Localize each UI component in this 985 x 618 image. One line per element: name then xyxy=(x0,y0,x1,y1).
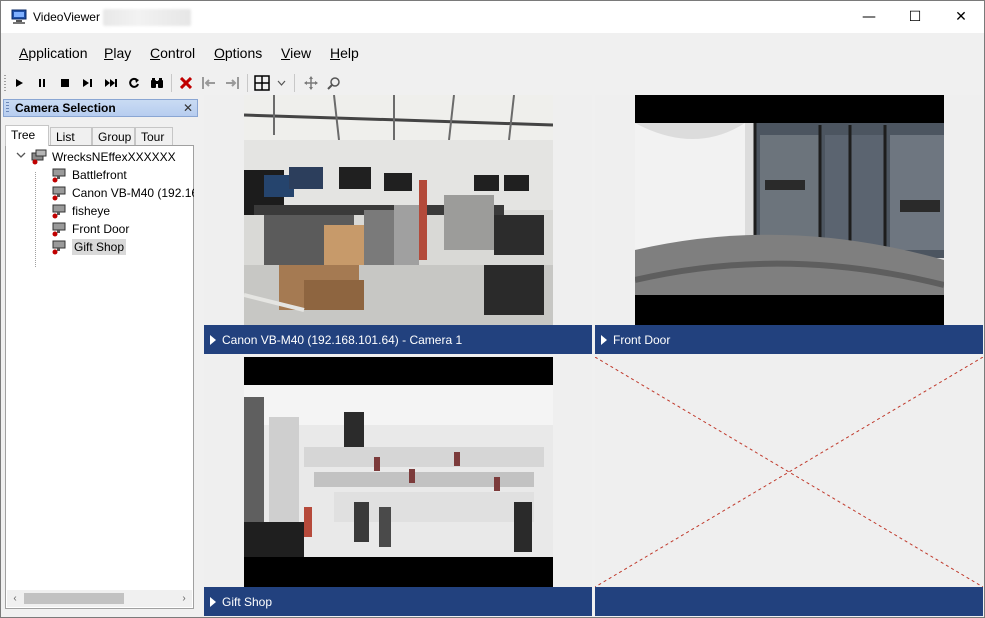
video-caption-text: Front Door xyxy=(613,332,671,347)
menu-options[interactable]: Options xyxy=(214,45,262,61)
camera-tree[interactable]: WrecksNEffexXXXXXX Battlefront Canon VB-… xyxy=(5,145,194,609)
minimize-button[interactable]: — xyxy=(846,1,892,33)
tree-item-canon-vb-m40[interactable]: Canon VB-M40 (192.168.101.64) xyxy=(50,184,194,202)
tree-item-label: Front Door xyxy=(72,222,130,236)
maximize-button[interactable]: ☐ xyxy=(892,1,938,33)
camera-icon xyxy=(52,168,66,183)
empty-slot-cross xyxy=(595,357,983,587)
video-caption-bar[interactable]: Canon VB-M40 (192.168.101.64) - Camera 1 xyxy=(204,325,592,354)
tree-root-node[interactable]: WrecksNEffexXXXXXX xyxy=(30,148,176,166)
menu-view[interactable]: View xyxy=(281,45,311,61)
camera-group-icon xyxy=(31,149,47,165)
menu-play[interactable]: Play xyxy=(104,45,131,61)
tree-root-label: WrecksNEffexXXXXXX xyxy=(52,150,176,164)
scrollbar-thumb[interactable] xyxy=(24,593,124,604)
zoom-icon[interactable] xyxy=(324,73,344,93)
menu-control[interactable]: Control xyxy=(150,45,195,61)
video-caption-bar[interactable]: Gift Shop xyxy=(204,587,592,616)
panel-header[interactable]: Camera Selection ✕ xyxy=(3,99,198,117)
tree-item-front-door[interactable]: Front Door xyxy=(50,220,129,238)
window-title: VideoViewer xyxy=(33,10,100,24)
toolbar xyxy=(1,71,984,95)
video-caption-text: Gift Shop xyxy=(222,594,273,609)
video-feed-front-door[interactable] xyxy=(635,95,944,325)
video-frame xyxy=(244,357,553,587)
tree-item-battlefront[interactable]: Battlefront xyxy=(50,166,127,184)
redacted-title-text xyxy=(103,9,191,26)
caption-play-icon[interactable] xyxy=(601,334,607,345)
panel-title: Camera Selection xyxy=(15,101,116,115)
empty-video-tile[interactable] xyxy=(595,357,983,616)
pause-icon[interactable] xyxy=(32,73,52,93)
camera-selection-panel: Camera Selection ✕ Tree List Group Tour … xyxy=(1,97,200,617)
chevron-down-icon[interactable] xyxy=(16,150,26,160)
panel-tabs: Tree List Group Tour xyxy=(5,125,195,146)
tree-item-gift-shop[interactable]: Gift Shop xyxy=(50,238,127,256)
menu-help[interactable]: Help xyxy=(330,45,359,61)
menu-bar: Application Play Control Options View He… xyxy=(1,41,984,63)
toolbar-separator xyxy=(171,74,172,92)
grid-layout-icon[interactable] xyxy=(252,73,272,93)
video-tile[interactable]: Gift Shop xyxy=(204,357,592,616)
tab-list[interactable]: List xyxy=(50,127,92,145)
play-icon[interactable] xyxy=(9,73,29,93)
tab-tour[interactable]: Tour xyxy=(135,127,173,145)
video-grid: Canon VB-M40 (192.168.101.64) - Camera 1 xyxy=(204,95,984,617)
tree-item-fisheye[interactable]: fisheye xyxy=(50,202,110,220)
tree-item-label: Battlefront xyxy=(72,168,127,182)
stop-icon[interactable] xyxy=(55,73,75,93)
align-right-icon[interactable] xyxy=(222,73,242,93)
caption-play-icon[interactable] xyxy=(210,596,216,607)
skip-forward-icon[interactable] xyxy=(101,73,121,93)
toolbar-separator xyxy=(247,74,248,92)
camera-icon xyxy=(52,240,66,255)
horizontal-scrollbar[interactable]: ‹ › xyxy=(7,590,192,607)
video-feed-gift-shop[interactable] xyxy=(244,357,553,587)
tree-item-label: fisheye xyxy=(72,204,111,218)
app-window: VideoViewer — ☐ ✕ Application Play Contr… xyxy=(0,0,985,618)
camera-icon xyxy=(52,222,66,237)
align-left-icon[interactable] xyxy=(199,73,219,93)
loop-icon[interactable] xyxy=(124,73,144,93)
panel-grip[interactable] xyxy=(6,102,9,114)
dropdown-icon[interactable] xyxy=(274,73,288,93)
tree-connector-lines xyxy=(35,172,36,268)
video-caption-bar[interactable]: Front Door xyxy=(595,325,983,354)
toolbar-separator xyxy=(294,74,295,92)
close-button[interactable]: ✕ xyxy=(938,1,984,33)
video-tile[interactable]: Canon VB-M40 (192.168.101.64) - Camera 1 xyxy=(204,95,592,354)
video-frame xyxy=(244,95,553,325)
video-feed-lab[interactable] xyxy=(244,95,553,325)
binoculars-icon[interactable] xyxy=(147,73,167,93)
scroll-left-icon[interactable]: ‹ xyxy=(9,592,21,605)
video-caption-bar[interactable] xyxy=(595,587,983,616)
video-frame xyxy=(635,95,944,325)
camera-icon xyxy=(52,204,66,219)
video-tile[interactable]: Front Door xyxy=(595,95,983,354)
camera-icon xyxy=(52,186,66,201)
video-caption-text: Canon VB-M40 (192.168.101.64) - Camera 1 xyxy=(222,332,463,347)
ptz-icon[interactable] xyxy=(301,73,321,93)
scroll-right-icon[interactable]: › xyxy=(178,592,190,605)
tab-group[interactable]: Group xyxy=(92,127,135,145)
panel-close-button[interactable]: ✕ xyxy=(181,101,195,115)
toolbar-grip[interactable] xyxy=(4,75,6,91)
tree-item-label: Gift Shop xyxy=(72,239,127,255)
caption-play-icon[interactable] xyxy=(210,334,216,345)
menu-application[interactable]: Application xyxy=(19,45,88,61)
app-icon xyxy=(11,9,27,24)
tree-item-label: Canon VB-M40 (192.168.101.64) xyxy=(72,186,194,200)
title-bar: VideoViewer — ☐ ✕ xyxy=(1,1,984,33)
delete-icon[interactable] xyxy=(176,73,196,93)
tab-tree[interactable]: Tree xyxy=(5,125,49,146)
step-forward-icon[interactable] xyxy=(78,73,98,93)
